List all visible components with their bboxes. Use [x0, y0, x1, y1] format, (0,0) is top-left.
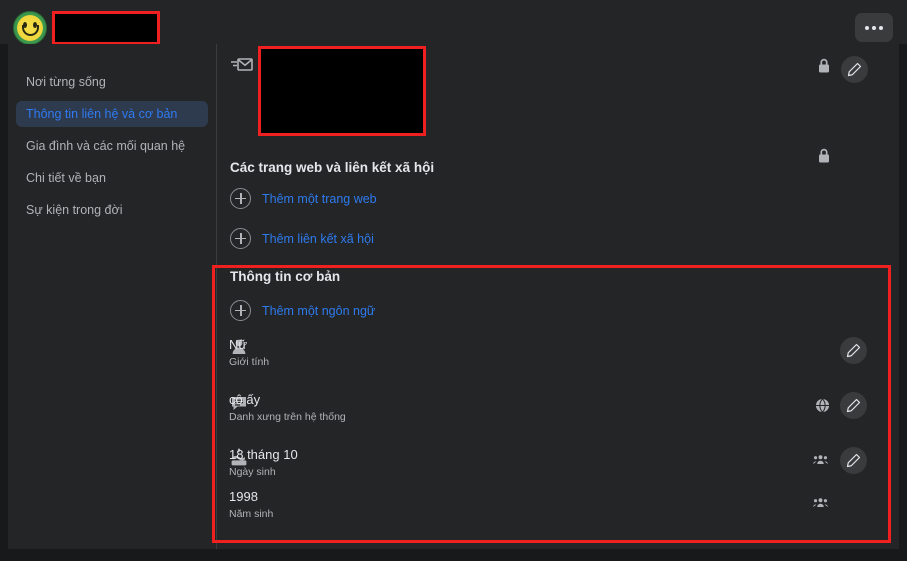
sidebar-item-places[interactable]: Nơi từng sống — [16, 69, 208, 95]
add-language-link[interactable]: Thêm một ngôn ngữ — [230, 300, 375, 321]
pencil-icon — [847, 62, 862, 77]
add-language-label: Thêm một ngôn ngữ — [262, 303, 376, 318]
sidebar-item-details[interactable]: Chi tiết về bạn — [16, 165, 208, 191]
more-icon — [865, 25, 883, 30]
sidebar-item-life-events[interactable]: Sự kiện trong đời — [16, 197, 208, 223]
row-pronoun: cô ấy Danh xưng trên hệ thống — [229, 392, 346, 425]
pencil-icon — [846, 343, 861, 358]
profile-name-redacted — [52, 11, 160, 45]
avatar-smile — [22, 25, 39, 36]
pronoun-label: Danh xưng trên hệ thống — [229, 411, 346, 423]
add-website-link[interactable]: Thêm một trang web — [230, 188, 377, 209]
edit-birthday-button[interactable] — [840, 447, 867, 474]
sidebar-item-label: Sự kiện trong đời — [26, 203, 123, 217]
more-options-button[interactable] — [855, 13, 893, 42]
row-birth-year: 1998 Năm sinh — [229, 489, 273, 522]
avatar[interactable] — [13, 11, 47, 45]
edit-gender-button[interactable] — [840, 337, 867, 364]
pronoun-value: cô ấy — [229, 392, 261, 407]
birthday-value: 18 tháng 10 — [229, 447, 298, 462]
row-gender: Nữ Giới tính — [229, 337, 269, 370]
sidebar-item-label: Chi tiết về bạn — [26, 171, 106, 185]
sidebar-item-label: Gia đình và các mối quan hệ — [26, 139, 186, 153]
edit-email-button[interactable] — [841, 56, 868, 83]
pencil-icon — [846, 398, 861, 413]
email-redacted — [258, 46, 426, 136]
add-social-link[interactable]: Thêm liên kết xã hội — [230, 228, 374, 249]
sidebar: Nơi từng sống Thông tin liên hệ và cơ bả… — [8, 44, 216, 549]
pencil-icon — [846, 453, 861, 468]
sidebar-item-label: Thông tin liên hệ và cơ bản — [26, 107, 178, 121]
websites-section-title: Các trang web và liên kết xã hội — [230, 160, 435, 175]
plus-circle-icon — [230, 300, 251, 321]
top-bar — [0, 0, 907, 45]
add-social-label: Thêm liên kết xã hội — [262, 231, 374, 246]
plus-circle-icon — [230, 228, 251, 249]
edit-pronoun-button[interactable] — [840, 392, 867, 419]
add-website-label: Thêm một trang web — [262, 191, 377, 206]
birth-year-value: 1998 — [229, 489, 258, 504]
sidebar-item-clipped[interactable] — [16, 44, 208, 64]
lock-icon — [819, 148, 829, 163]
birth-year-label: Năm sinh — [229, 508, 274, 520]
gender-value: Nữ — [229, 337, 248, 352]
birthday-label: Ngày sinh — [229, 466, 276, 478]
basic-info-section-title: Thông tin cơ bản — [230, 269, 341, 284]
sidebar-item-label: Nơi từng sống — [26, 75, 106, 89]
friends-icon — [813, 498, 828, 507]
lock-icon — [819, 58, 829, 73]
plus-circle-icon — [230, 188, 251, 209]
friends-icon — [813, 455, 828, 464]
globe-icon — [815, 398, 830, 413]
row-birthday: 18 tháng 10 Ngày sinh — [229, 447, 298, 480]
about-page: Nơi từng sống Thông tin liên hệ và cơ bả… — [0, 0, 907, 561]
gender-label: Giới tính — [229, 356, 270, 368]
email-icon — [231, 58, 253, 71]
sidebar-item-family[interactable]: Gia đình và các mối quan hệ — [16, 133, 208, 159]
sidebar-item-contact-basic[interactable]: Thông tin liên hệ và cơ bản — [16, 101, 208, 127]
